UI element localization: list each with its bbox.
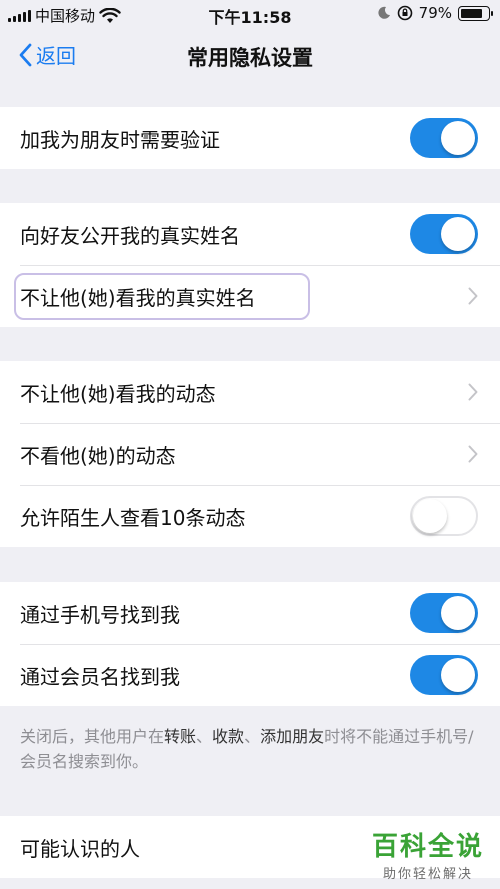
row-find-by-member-name: 通过会员名找到我 [0,644,500,706]
page-title: 常用隐私设置 [187,46,313,70]
battery-icon [458,5,493,21]
moon-icon [378,6,390,19]
row-label: 加我为朋友时需要验证 [20,127,220,152]
note-text: 关闭后，其他用户在 [20,727,165,746]
watermark-title: 百科全说 [371,832,484,862]
row-hide-their-moments[interactable]: 不看他(她)的动态 [0,423,500,485]
row-label: 不看他(她)的动态 [20,443,176,468]
toggle-knob [441,217,475,251]
toggle-knob [441,121,475,155]
settings-group-verify: 加我为朋友时需要验证 [0,107,500,169]
nav-bar: 返回 常用隐私设置 [0,28,500,84]
watermark-subtitle: 助你轻松解决 [382,867,473,882]
chevron-right-icon [468,445,478,463]
row-friend-verify: 加我为朋友时需要验证 [0,107,500,169]
toggle-knob [441,596,475,630]
note-keyword: 转账 [164,727,197,746]
note-text: 、 [244,727,261,746]
toggle-knob [441,658,475,692]
settings-group-find-me: 通过手机号找到我 通过会员名找到我 [0,582,500,706]
stranger-moments-toggle[interactable] [410,496,478,536]
note-text: 、 [196,727,213,746]
row-show-realname: 向好友公开我的真实姓名 [0,203,500,265]
highlight-box [14,273,310,320]
row-stranger-moments: 允许陌生人查看10条动态 [0,485,500,547]
row-label: 向好友公开我的真实姓名 [20,223,240,248]
note-keyword: 收款 [212,727,245,746]
battery-fill [461,8,482,18]
row-find-by-phone: 通过手机号找到我 [0,582,500,644]
status-bar: 中国移动 下午11:58 79% [0,0,500,28]
status-right: 79% [377,4,493,22]
watermark: 百科全说 助你轻松解决 [372,826,484,882]
row-label: 通过手机号找到我 [20,602,180,627]
rotation-lock-icon [397,5,412,21]
find-by-member-name-toggle[interactable] [410,655,478,695]
row-label: 允许陌生人查看10条动态 [20,505,246,530]
row-hide-realname[interactable]: 不让他(她)看我的真实姓名 [0,265,500,327]
show-realname-toggle[interactable] [410,214,478,254]
footnote: 关闭后，其他用户在转账、收款、添加朋友时将不能通过手机号/会员名搜索到你。 [20,724,482,774]
friend-verify-toggle[interactable] [410,118,478,158]
note-keyword: 添加朋友 [260,727,325,746]
toggle-knob [413,499,447,533]
row-hide-my-moments[interactable]: 不让他(她)看我的动态 [0,361,500,423]
chevron-right-icon [468,287,478,305]
row-label: 通过会员名找到我 [20,664,180,689]
settings-group-moments: 不让他(她)看我的动态 不看他(她)的动态 允许陌生人查看10条动态 [0,361,500,547]
chevron-right-icon [468,383,478,401]
row-label: 不让他(她)看我的动态 [20,381,216,406]
battery-percent: 79% [418,4,452,22]
row-label: 可能认识的人 [20,836,140,861]
find-by-phone-toggle[interactable] [410,593,478,633]
settings-group-realname: 向好友公开我的真实姓名 不让他(她)看我的真实姓名 [0,203,500,327]
